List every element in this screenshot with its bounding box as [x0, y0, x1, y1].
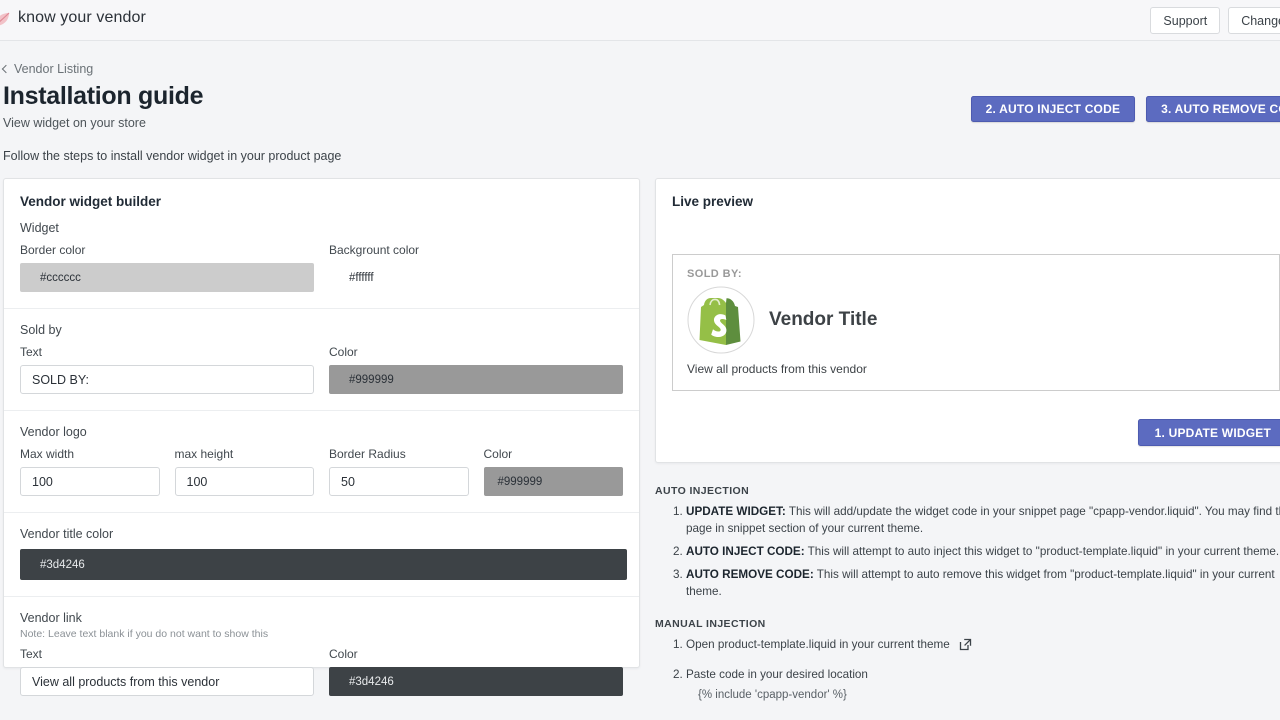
manual-code-snippet: {% include 'cpapp-vendor' %}: [698, 688, 847, 701]
border-radius-label: Border Radius: [329, 447, 406, 461]
external-link-icon[interactable]: [959, 638, 972, 657]
background-color-swatch[interactable]: #ffffff: [329, 263, 623, 292]
live-preview-title: Live preview: [672, 194, 754, 209]
preview-sold-by-label: SOLD BY:: [687, 268, 742, 280]
section-vendor-title-color: Vendor title color #3d4246: [4, 512, 639, 596]
live-preview-card: Live preview SOLD BY: Vendor Title View …: [655, 178, 1280, 463]
builder-card-title: Vendor widget builder: [20, 194, 162, 209]
auto-item-3-bold: AUTO REMOVE CODE:: [686, 567, 814, 581]
field-background-color: Backgrount color #ffffff: [329, 243, 623, 292]
section-sold-by: Sold by Text SOLD BY: Color #999999: [4, 308, 639, 410]
vendor-link-color-swatch[interactable]: #3d4246: [329, 667, 623, 696]
shopify-bag-icon: [687, 286, 755, 354]
vendor-link-group-label: Vendor link: [20, 611, 82, 625]
chevron-left-icon: [1, 64, 11, 73]
sold-by-color-swatch[interactable]: #999999: [329, 365, 623, 394]
field-logo-max-width: Max width 100: [20, 447, 160, 496]
widget-group-label: Widget: [20, 221, 59, 235]
auto-inject-code-button[interactable]: 2. AUTO INJECT CODE: [970, 96, 1136, 122]
border-color-swatch[interactable]: #cccccc: [20, 263, 314, 292]
vendor-link-text-label: Text: [20, 647, 43, 661]
vendor-title-color-label: Vendor title color: [20, 527, 114, 541]
sold-by-text-label: Text: [20, 345, 43, 359]
field-border-color: Border color #cccccc: [20, 243, 314, 292]
brand-name: know your vendor: [18, 9, 146, 26]
vendor-title-color-swatch[interactable]: #3d4246: [20, 549, 627, 580]
top-app-bar: know your vendor Support Change: [0, 0, 1280, 41]
max-height-input[interactable]: 100: [174, 467, 314, 496]
page-title: Installation guide: [3, 82, 204, 110]
vendor-link-text-input[interactable]: View all products from this vendor: [20, 667, 314, 696]
vendor-widget-builder-card: Vendor widget builder Widget Border colo…: [3, 178, 640, 696]
section-vendor-link: Vendor link Note: Leave text blank if yo…: [4, 596, 639, 712]
change-plan-button[interactable]: Change: [1228, 7, 1280, 34]
sold-by-text-input[interactable]: SOLD BY:: [20, 365, 314, 394]
list-item: AUTO INJECT CODE: This will attempt to a…: [686, 544, 1280, 561]
background-color-label: Backgrount color: [329, 243, 420, 257]
border-radius-input[interactable]: 50: [329, 467, 469, 496]
breadcrumb-label: Vendor Listing: [14, 62, 94, 76]
section-widget: Widget Border color #cccccc Backgrount c…: [4, 209, 639, 308]
vendor-link-note: Note: Leave text blank if you do not wan…: [20, 628, 269, 640]
preview-vendor-link[interactable]: View all products from this vendor: [687, 362, 1265, 376]
list-item: AUTO REMOVE CODE: This will attempt to a…: [686, 567, 1280, 601]
update-widget-button-wrap: 1. UPDATE WIDGET: [1137, 419, 1280, 446]
manual-injection-heading: MANUAL INJECTION: [655, 617, 766, 630]
leaf-logo-icon: [0, 9, 13, 31]
field-vendor-link-color: Color #3d4246: [329, 647, 623, 696]
topbar-actions: Support Change: [1150, 7, 1280, 34]
max-width-input[interactable]: 100: [20, 467, 160, 496]
auto-item-2-bold: AUTO INJECT CODE:: [686, 544, 805, 558]
sold-by-group-label: Sold by: [20, 323, 62, 337]
preview-vendor-title: Vendor Title: [769, 309, 878, 330]
support-button[interactable]: Support: [1150, 7, 1221, 34]
manual-injection-list: Open product-template.liquid in your cur…: [655, 637, 1280, 704]
breadcrumb-vendor-listing[interactable]: Vendor Listing: [1, 62, 94, 76]
field-logo-max-height: max height 100: [174, 447, 314, 496]
list-item: UPDATE WIDGET: This will add/update the …: [686, 504, 1280, 538]
list-item: Paste code in your desired location {% i…: [686, 667, 1280, 704]
section-vendor-logo: Vendor logo Max width 100 max height 100…: [4, 410, 639, 512]
manual-item-2-text: Paste code in your desired location: [686, 667, 868, 681]
field-vendor-link-text: Text View all products from this vendor: [20, 647, 314, 696]
auto-item-1-bold: UPDATE WIDGET:: [686, 505, 786, 518]
header-action-buttons: 2. AUTO INJECT CODE 3. AUTO REMOVE CODE: [970, 96, 1280, 122]
update-widget-button[interactable]: 1. UPDATE WIDGET: [1137, 419, 1280, 446]
field-sold-by-color: Color #999999: [329, 345, 623, 394]
auto-item-2-text: This will attempt to auto inject this wi…: [804, 544, 1280, 558]
logo-color-swatch[interactable]: #999999: [483, 467, 623, 496]
instructions-panel: AUTO INJECTION UPDATE WIDGET: This will …: [655, 485, 1280, 713]
manual-item-1-text: Open product-template.liquid in your cur…: [686, 637, 950, 651]
field-logo-color: Color #999999: [483, 447, 623, 496]
view-widget-on-store-link[interactable]: View widget on your store: [3, 116, 146, 130]
sold-by-color-label: Color: [329, 345, 358, 359]
max-width-label: Max width: [20, 447, 75, 461]
field-logo-border-radius: Border Radius 50: [329, 447, 469, 496]
vendor-link-color-label: Color: [329, 647, 358, 661]
manual-injection-section: MANUAL INJECTION Open product-template.l…: [655, 618, 1280, 704]
auto-injection-heading: AUTO INJECTION: [655, 485, 750, 497]
logo-color-label: Color: [483, 447, 513, 461]
field-sold-by-text: Text SOLD BY:: [20, 345, 314, 394]
preview-widget-box: SOLD BY: Vendor Title View all products …: [672, 254, 1280, 391]
page-intro-text: Follow the steps to install vendor widge…: [3, 149, 342, 163]
vendor-logo-group-label: Vendor logo: [20, 425, 87, 439]
list-item: Open product-template.liquid in your cur…: [686, 637, 1280, 657]
max-height-label: max height: [174, 447, 234, 461]
auto-remove-code-button[interactable]: 3. AUTO REMOVE CODE: [1146, 96, 1280, 122]
border-color-label: Border color: [20, 243, 86, 257]
auto-injection-list: UPDATE WIDGET: This will add/update the …: [655, 504, 1280, 601]
